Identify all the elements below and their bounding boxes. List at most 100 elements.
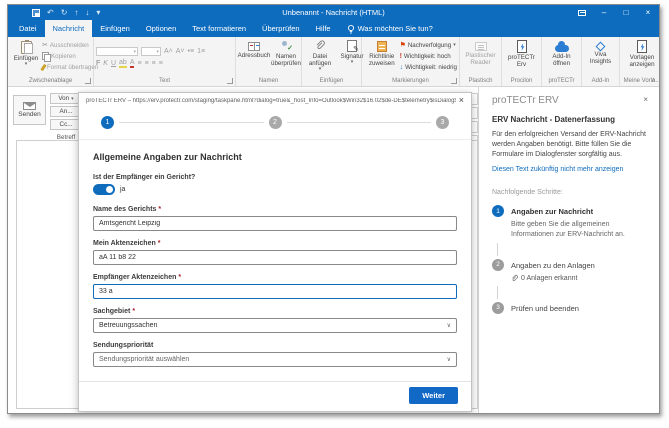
font-size-combo[interactable]: ▾ [141, 47, 161, 56]
tab-review[interactable]: Überprüfen [254, 20, 308, 37]
tell-me-box[interactable]: Was möchten Sie tun? [347, 20, 433, 37]
highlight-button[interactable]: ab [119, 59, 127, 68]
quick-access-toolbar: ↶ ↻ ↑ ↓ ▾ [8, 9, 100, 17]
chevron-down-icon: ∨ [447, 356, 451, 363]
ribbon-display-options-button[interactable] [571, 5, 593, 20]
address-book-button[interactable]: Adressbuch [238, 38, 270, 60]
dialog-close-icon[interactable]: × [459, 96, 464, 105]
move-down-icon[interactable]: ↓ [85, 9, 89, 17]
taskpane-step-2: 2 Angaben zu den Anlagen [492, 259, 648, 271]
high-importance-icon: ! [400, 53, 402, 60]
save-icon[interactable] [32, 9, 40, 17]
cloud-icon [555, 45, 569, 52]
align-right-icon[interactable]: ≡ [152, 60, 156, 67]
stepper-step-3: 3 [436, 116, 449, 129]
show-templates-button[interactable]: Vorlagen anzeigen [622, 38, 659, 69]
move-up-icon[interactable]: ↑ [74, 9, 78, 17]
tab-insert[interactable]: Einfügen [92, 20, 138, 37]
taskpane-close-icon[interactable]: × [643, 95, 648, 104]
align-center-icon[interactable]: ≡ [145, 60, 149, 67]
priority-label: Sendungspriorität [93, 342, 457, 349]
dialog-title: proTECTr ERV – https://erv.protectr.com/… [86, 98, 456, 104]
protectr-group-label: proTECTr E... [544, 76, 579, 86]
redo-icon[interactable]: ↻ [61, 9, 68, 17]
check-names-button[interactable]: Namen überprüfen [270, 38, 302, 68]
chevron-down-icon: ∨ [447, 322, 451, 329]
tab-options[interactable]: Optionen [138, 20, 184, 37]
tab-message[interactable]: Nachricht [45, 20, 93, 37]
court-toggle[interactable] [93, 184, 115, 195]
send-button[interactable]: Senden [13, 95, 46, 125]
priority-select[interactable]: Sendungspriorität auswählen ∨ [93, 352, 457, 367]
high-importance-button[interactable]: ! Wichtigkeit: hoch [400, 51, 457, 61]
court-name-input[interactable] [93, 216, 457, 231]
taskpane-description: Für den erfolgreichen Versand der ERV-Na… [492, 130, 648, 159]
tab-file[interactable]: Datei [11, 20, 45, 37]
dismiss-text-link[interactable]: Diesen Text zukünftig nicht mehr anzeige… [492, 166, 648, 173]
ribbon-tab-row: Datei Nachricht Einfügen Optionen Text f… [8, 20, 659, 37]
step-3-circle: 3 [492, 302, 504, 314]
follow-up-button[interactable]: ⚑ Nachverfolgung ▾ [400, 40, 457, 50]
maximize-button[interactable]: □ [615, 5, 637, 20]
customize-qat-icon[interactable]: ▾ [96, 9, 100, 17]
cut-button[interactable]: ✂ Ausschneiden [42, 40, 98, 50]
viva-insights-button[interactable]: Viva Insights [584, 38, 617, 66]
numbered-list-icon[interactable]: 1≡ [197, 48, 205, 55]
protectr-erv-icon [517, 40, 527, 53]
clipboard-dialog-launcher-icon[interactable] [85, 78, 91, 84]
my-reference-input[interactable] [93, 250, 457, 265]
step-1-circle: 1 [492, 205, 504, 217]
text-group-label: Text [96, 76, 233, 86]
bullet-list-icon[interactable]: •≡ [188, 48, 195, 55]
attach-file-button[interactable]: Datei anfügen ▾ [304, 38, 336, 72]
next-button[interactable]: Weiter [409, 387, 458, 404]
my-reference-label: Mein Aktenzeichen* [93, 240, 457, 247]
follow-up-dropdown-icon: ▾ [453, 42, 456, 48]
protectr-erv-button[interactable]: proTECTr Erv [504, 38, 539, 69]
paste-button[interactable]: Einfügen ▾ [10, 38, 42, 67]
font-color-button[interactable]: A [130, 59, 135, 68]
court-toggle-label: Ist der Empfänger ein Gericht? [93, 174, 457, 181]
steps-label: Nachfolgende Schritte: [492, 189, 648, 196]
open-addin-button[interactable]: Add-In öffnen [544, 38, 579, 68]
indent-icon[interactable]: ≡ [159, 60, 163, 67]
court-name-label: Name des Gerichts* [93, 206, 457, 213]
undo-icon[interactable]: ↶ [47, 9, 54, 17]
minimize-button[interactable]: – [593, 5, 615, 20]
close-button[interactable]: × [637, 5, 659, 20]
scissors-icon: ✂ [42, 42, 48, 49]
align-left-icon[interactable]: ≡ [137, 60, 141, 67]
viva-insights-icon [596, 42, 606, 52]
low-importance-icon: ↓ [400, 64, 404, 71]
tab-format-text[interactable]: Text formatieren [184, 20, 254, 37]
ribbon-group-procilon: proTECTr Erv Procilon [502, 37, 542, 86]
immersive-reader-button[interactable]: Plastischer Reader [462, 38, 499, 67]
assign-policy-button[interactable]: Richtlinie zuweisen [364, 38, 400, 68]
text-dialog-launcher-icon[interactable] [227, 78, 233, 84]
protectr-dialog: proTECTr ERV – https://erv.protectr.com/… [78, 92, 472, 412]
format-painter-button[interactable]: Format übertragen [42, 62, 98, 72]
low-importance-button[interactable]: ↓ Wichtigkeit: niedrig [400, 62, 457, 72]
screenshot-root: Unbenannt - Nachricht (HTML) ↶ ↻ ↑ ↓ ▾ –… [0, 0, 669, 428]
collapse-ribbon-icon[interactable]: ∧ [651, 76, 656, 84]
grow-font-button[interactable]: A˄ [164, 48, 173, 55]
shrink-font-button[interactable]: A˅ [176, 48, 185, 55]
underline-button[interactable]: U [111, 60, 116, 67]
tab-help[interactable]: Hilfe [308, 20, 339, 37]
font-name-combo[interactable]: ▾ [96, 47, 138, 56]
signature-dropdown-icon: ▾ [351, 60, 354, 64]
court-toggle-state: ja [120, 186, 125, 193]
tell-me-label: Was möchten Sie tun? [358, 24, 433, 33]
bold-button[interactable]: F [96, 60, 100, 67]
flag-icon: ⚑ [400, 42, 406, 49]
italic-button[interactable]: K [103, 60, 108, 67]
taskpane-step-3: 3 Prüfen und beenden [492, 302, 648, 314]
copy-button[interactable]: Kopieren [42, 51, 98, 61]
subject-area-select[interactable]: Betreuungssachen ∨ [93, 318, 457, 333]
envelope-icon [23, 102, 36, 110]
copy-icon [42, 52, 49, 60]
recipient-reference-input[interactable] [93, 284, 457, 299]
tags-dialog-launcher-icon[interactable] [451, 78, 457, 84]
outlook-compose-window: Unbenannt - Nachricht (HTML) ↶ ↻ ↑ ↓ ▾ –… [7, 4, 660, 414]
procilon-group-label: Procilon [504, 76, 539, 86]
